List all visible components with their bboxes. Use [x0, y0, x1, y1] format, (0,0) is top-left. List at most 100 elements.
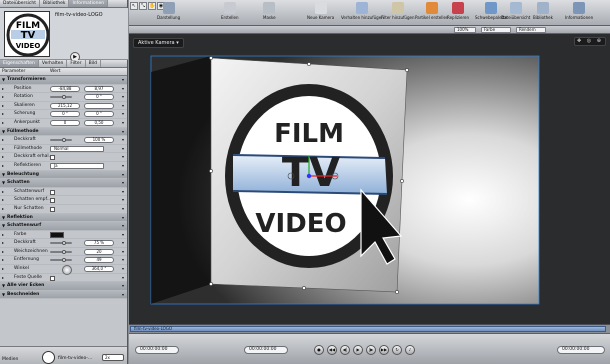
color-swatch[interactable] — [50, 231, 64, 238]
render-select[interactable]: Rendern — [516, 27, 546, 33]
param-menu-icon[interactable]: ▾ — [122, 153, 124, 161]
loop-button-icon[interactable]: ↻ — [392, 345, 402, 355]
param-value-x[interactable]: 215,12 — [50, 102, 80, 109]
disclosure-triangle-icon[interactable]: ▼ — [2, 282, 5, 290]
disclosure-triangle-icon[interactable]: ▼ — [2, 222, 5, 230]
color-mode-select[interactable]: Farbe — [481, 27, 511, 33]
slider-knob[interactable] — [62, 258, 66, 263]
param-checkbox[interactable] — [50, 189, 55, 195]
param-checkbox[interactable] — [50, 198, 55, 204]
tab-eigenschaften[interactable]: Eigenschaften — [0, 60, 39, 67]
disclosure-triangle-icon[interactable]: ▼ — [2, 76, 5, 84]
disclosure-triangle-icon[interactable]: ▸ — [2, 265, 4, 273]
tab-informationen[interactable]: Informationen — [69, 0, 109, 7]
disclosure-triangle-icon[interactable]: ▼ — [2, 214, 5, 222]
disclosure-triangle-icon[interactable]: ▸ — [2, 188, 4, 196]
audio-button-icon[interactable]: ♪ — [405, 345, 415, 355]
disclosure-triangle-icon[interactable]: ▸ — [2, 93, 4, 101]
param-menu-icon[interactable]: ▾ — [122, 248, 124, 256]
param-slider[interactable] — [50, 259, 72, 262]
disclosure-triangle-icon[interactable]: ▸ — [2, 162, 4, 170]
param-menu-icon[interactable]: ▾ — [122, 256, 124, 264]
disclosure-triangle-icon[interactable]: ▼ — [2, 179, 5, 187]
param-section[interactable]: ▼ Beschneiden ▾ — [0, 290, 127, 300]
disclosure-triangle-icon[interactable]: ▼ — [2, 291, 5, 299]
timecode-end[interactable]: 00:00:00:00 — [557, 346, 605, 354]
timecode-current[interactable]: 00:00:00:00 — [244, 346, 288, 354]
param-menu-icon[interactable]: ▾ — [122, 93, 124, 101]
param-menu-icon[interactable]: ▾ — [122, 274, 124, 282]
param-menu-icon[interactable]: ▾ — [122, 119, 124, 127]
param-value-y[interactable]: 0,50 — [84, 119, 114, 126]
disclosure-triangle-icon[interactable]: ▸ — [2, 119, 4, 127]
disclosure-triangle-icon[interactable]: ▸ — [2, 205, 4, 213]
param-value-x[interactable]: 0 — [50, 119, 80, 126]
step-back-button-icon[interactable]: ◀| — [340, 345, 350, 355]
zoom-level-select[interactable]: 100% — [454, 27, 476, 33]
param-menu-icon[interactable]: ▾ — [122, 162, 124, 170]
param-menu-icon[interactable]: ▾ — [122, 196, 124, 204]
disclosure-triangle-icon[interactable]: ▸ — [2, 85, 4, 93]
param-section[interactable]: ▼ Schatten ▾ — [0, 179, 127, 188]
param-menu-icon[interactable]: ▾ — [122, 136, 124, 144]
param-value[interactable]: 0 ° — [84, 94, 114, 101]
step-forward-button-icon[interactable]: |▶ — [366, 345, 376, 355]
toolbar-button-7[interactable]: Replizieren — [447, 0, 469, 20]
param-menu-icon[interactable]: ▾ — [122, 102, 124, 110]
param-menu-icon[interactable]: ▾ — [122, 110, 124, 118]
param-slider[interactable] — [50, 139, 72, 142]
disclosure-triangle-icon[interactable]: ▸ — [2, 196, 4, 204]
disclosure-triangle-icon[interactable]: ▸ — [2, 110, 4, 118]
toolbar-button-11[interactable]: Informationen — [565, 0, 593, 20]
param-value[interactable]: 49 — [84, 257, 114, 264]
disclosure-triangle-icon[interactable]: ▼ — [2, 171, 5, 179]
canvas-viewport[interactable]: FILM TV VIDEO Aktive Kamera ▾ ✥ ◎ ⊕ — [129, 34, 610, 324]
slider-knob[interactable] — [62, 138, 66, 143]
param-popup[interactable]: Normal — [50, 145, 104, 152]
toolbar-button-9[interactable]: Dateiübersicht — [501, 0, 530, 20]
param-value-y[interactable]: 8,97 — [84, 85, 114, 92]
tab-verhalten[interactable]: Verhalten — [39, 60, 68, 67]
disclosure-triangle-icon[interactable]: ▼ — [2, 128, 5, 136]
section-menu-icon[interactable]: ▾ — [122, 222, 124, 230]
section-menu-icon[interactable]: ▾ — [122, 214, 124, 222]
view-navigation-icons[interactable]: ✥ ◎ ⊕ — [574, 37, 606, 46]
disclosure-triangle-icon[interactable]: ▸ — [2, 256, 4, 264]
param-menu-icon[interactable]: ▾ — [122, 231, 124, 239]
slider-knob[interactable] — [62, 249, 66, 254]
param-section[interactable]: ▼ Schattenwurf ▾ — [0, 222, 127, 231]
toolbar-button-5[interactable]: Filter hinzufügen — [381, 0, 414, 20]
disclosure-triangle-icon[interactable]: ▸ — [2, 145, 4, 153]
disclosure-triangle-icon[interactable]: ▸ — [2, 136, 4, 144]
toolbar-button-0[interactable]: Darstellung — [157, 0, 180, 20]
param-slider[interactable] — [50, 96, 72, 99]
transform-tool-icon[interactable]: ⤡ — [139, 2, 147, 10]
toolbar-button-3[interactable]: Neue Kamera — [307, 0, 334, 20]
param-value[interactable]: 100 % — [84, 137, 114, 144]
section-menu-icon[interactable]: ▾ — [122, 282, 124, 290]
zoom-select[interactable]: 2x — [102, 354, 124, 361]
slider-knob[interactable] — [62, 241, 66, 246]
disclosure-triangle-icon[interactable]: ▸ — [2, 274, 4, 282]
param-slider[interactable] — [50, 242, 72, 245]
section-menu-icon[interactable]: ▾ — [122, 291, 124, 299]
param-checkbox[interactable] — [50, 275, 55, 281]
disclosure-triangle-icon[interactable]: ▸ — [2, 102, 4, 110]
toolbar-button-4[interactable]: Verhalten hinzufügen — [341, 0, 384, 20]
param-value[interactable]: 364,0 ° — [84, 266, 114, 273]
active-camera-menu[interactable]: Aktive Kamera ▾ — [133, 38, 184, 48]
section-menu-icon[interactable]: ▾ — [122, 171, 124, 179]
param-slider[interactable] — [50, 250, 72, 253]
rewind-button-icon[interactable]: ◀◀ — [327, 345, 337, 355]
param-value[interactable]: 75 % — [84, 240, 114, 247]
tab-dateiuebersicht[interactable]: Dateiübersicht — [0, 0, 41, 7]
section-menu-icon[interactable]: ▾ — [122, 128, 124, 136]
timeline-track-bar[interactable]: film-tv-video-LOGO — [130, 326, 606, 332]
toolbar-button-2[interactable]: Maske — [263, 0, 276, 20]
param-section[interactable]: ▼ Beleuchtung ▾ — [0, 170, 127, 180]
section-menu-icon[interactable]: ▾ — [122, 179, 124, 187]
param-menu-icon[interactable]: ▾ — [122, 205, 124, 213]
slider-knob[interactable] — [62, 95, 66, 100]
param-section[interactable]: ▼ Füllmethode ▾ — [0, 127, 127, 137]
param-menu-icon[interactable]: ▾ — [122, 145, 124, 153]
